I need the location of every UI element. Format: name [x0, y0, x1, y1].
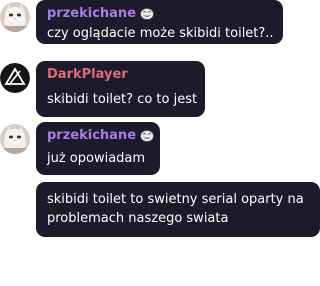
message-bubble: skibidi toilet to swietny serial oparty …	[36, 182, 320, 237]
user-avatar-przekichane[interactable]	[0, 124, 30, 154]
username-darkplayer[interactable]: DarkPlayer	[47, 67, 128, 82]
message-text: już opowiadam	[47, 151, 146, 166]
user-avatar-darkplayer[interactable]	[0, 63, 30, 93]
message-text: skibidi toilet? co to jest	[47, 92, 198, 107]
message-bubble: DarkPlayer skibidi toilet? co to jest	[36, 61, 205, 117]
triangle-logo-icon	[0, 63, 30, 93]
message-bubble: przekichane już opowiadam	[36, 122, 160, 175]
username-label: przekichane	[47, 128, 137, 143]
trollface-emote-icon	[140, 129, 154, 142]
cat-avatar-icon	[0, 2, 30, 32]
cat-avatar-icon	[0, 124, 30, 154]
username-label: przekichane	[47, 6, 137, 21]
trollface-emote-icon	[140, 7, 154, 20]
username-przekichane[interactable]: przekichane	[47, 128, 154, 143]
message-bubble: przekichane czy oglądacie może skibidi t…	[36, 0, 283, 44]
message-text: skibidi toilet to swietny serial oparty …	[47, 192, 304, 226]
message-text: czy oglądacie może skibidi toilet?..	[47, 26, 274, 41]
username-przekichane[interactable]: przekichane	[47, 6, 154, 21]
chat-log: przekichane czy oglądacie może skibidi t…	[0, 0, 320, 286]
user-avatar-przekichane[interactable]	[0, 2, 30, 32]
username-label: DarkPlayer	[47, 67, 128, 82]
